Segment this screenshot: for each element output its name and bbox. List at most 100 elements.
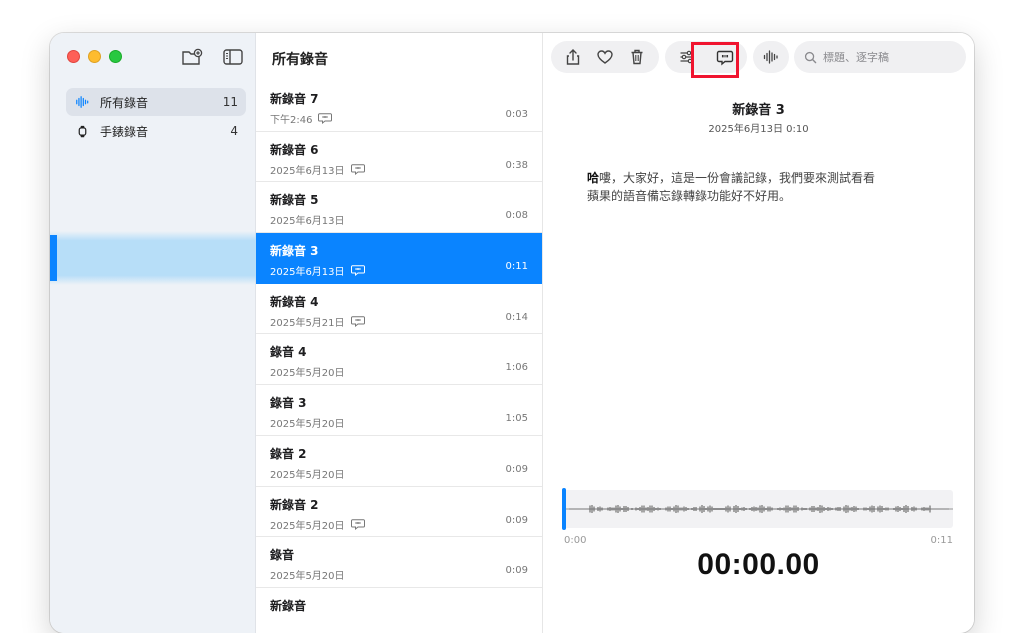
recording-name: 新錄音 6 (270, 142, 319, 157)
sidebar-item-label: 所有錄音 (100, 95, 149, 110)
list-title: 所有錄音 (272, 52, 328, 68)
recording-name: 新錄音 4 (270, 294, 319, 309)
selection-glow (50, 231, 256, 285)
share-icon (566, 49, 580, 65)
recording-meta: 2025年6月13日 (270, 212, 528, 227)
sidebar-item-watch-recordings[interactable]: 手錶錄音 4 (66, 117, 246, 145)
recording-name: 新錄音 7 (270, 92, 319, 106)
recording-date: 2025年5月20日 (270, 571, 345, 583)
recording-row[interactable]: 錄音 4 2025年5月20日 1:06 (256, 334, 542, 386)
enhance-recording-button[interactable] (755, 41, 787, 73)
edit-toolbar-group (551, 41, 659, 73)
recording-name: 新錄音 5 (270, 193, 319, 208)
recording-row[interactable]: 新錄音 2 2025年5月20日 0:09 (256, 487, 542, 538)
recording-row[interactable]: 新錄音 7 下午2:46 0:03 (256, 81, 542, 132)
search-placeholder: 標題、逐字稿 (823, 51, 889, 64)
recording-duration: 0:09 (505, 565, 528, 577)
recordings-rows: 新錄音 7 下午2:46 0:03 新錄音 6 2025年6月13日 0:38 新錄音 5 2… (256, 81, 542, 633)
recording-row[interactable]: 新錄音 5 2025年6月13日 0:08 (256, 182, 542, 234)
sidebar-item-all-recordings[interactable]: 所有錄音 11 (66, 88, 246, 116)
waveform-graphic (562, 505, 953, 513)
time-end-label: 0:11 (930, 535, 953, 546)
recording-duration: 1:05 (505, 413, 528, 425)
recording-date: 2025年5月21日 (270, 317, 345, 329)
selection-indicator (50, 235, 57, 281)
recording-duration: 0:09 (505, 514, 528, 526)
search-icon (804, 51, 817, 63)
recording-row[interactable]: 新錄音 4 2025年5月21日 0:14 (256, 284, 542, 335)
playback-timer: 00:00.00 (697, 548, 820, 581)
recording-meta: 2025年5月20日 (270, 517, 528, 532)
watch-icon (74, 123, 90, 139)
recording-meta: 2025年5月21日 (270, 314, 528, 329)
recording-name: 新錄音 2 (270, 497, 319, 512)
recording-row[interactable]: 新錄音 6 2025年6月13日 0:38 (256, 132, 542, 183)
recording-name: 錄音 (270, 548, 295, 563)
recording-meta: 2025年5月20日 (270, 415, 528, 430)
recording-duration: 1:06 (505, 362, 528, 374)
delete-button[interactable] (621, 41, 653, 73)
recording-date: 2025年5月20日 (270, 469, 345, 481)
recording-duration: 0:38 (505, 159, 528, 171)
recording-name: 錄音 2 (270, 446, 307, 461)
recording-duration: 0:09 (505, 463, 528, 475)
recording-title[interactable]: 新錄音 3 (543, 99, 974, 118)
close-window-button[interactable] (67, 50, 80, 63)
recording-meta: 2025年6月13日 (270, 263, 528, 278)
recording-meta: 2025年5月20日 (270, 567, 528, 582)
recording-date: 2025年5月20日 (270, 419, 345, 431)
time-start-label: 0:00 (564, 535, 587, 546)
transcript-icon (350, 163, 365, 175)
sidebar-item-label: 手錶錄音 (100, 124, 149, 139)
recording-duration: 0:03 (505, 109, 528, 120)
recording-date: 下午2:46 (270, 115, 313, 126)
toggle-sidebar-icon[interactable] (222, 48, 244, 66)
recording-name: 錄音 4 (270, 345, 307, 360)
recording-date: 2025年6月13日 (270, 216, 345, 228)
recording-detail: 標題、逐字稿 新錄音 3 2025年6月13日 0:10 哈嘍，大家好，這是一份… (543, 33, 974, 633)
new-folder-icon[interactable] (181, 48, 203, 66)
sidebar-item-count: 4 (230, 124, 238, 138)
recording-date: 2025年5月20日 (270, 520, 345, 532)
sidebar: 所有錄音 11 手錶錄音 4 (50, 33, 256, 633)
recording-duration: 0:08 (505, 210, 528, 222)
recording-row[interactable]: 新錄音 (256, 588, 542, 633)
recording-row[interactable]: 新錄音 3 2025年6月13日 0:11 (256, 233, 542, 284)
recording-date: 2025年5月20日 (270, 368, 345, 380)
recording-row[interactable]: 錄音 3 2025年5月20日 1:05 (256, 385, 542, 436)
zoom-window-button[interactable] (109, 50, 122, 63)
recording-name: 新錄音 (270, 598, 307, 613)
favorite-button[interactable] (589, 41, 621, 73)
recording-meta: 2025年5月20日 (270, 466, 528, 481)
transcript-current-word: 哈 (587, 171, 600, 185)
recording-row[interactable]: 錄音 2 2025年5月20日 0:09 (256, 436, 542, 487)
waveform-toolbar-group (753, 41, 789, 73)
window-controls (67, 50, 122, 63)
waveform-scrubber[interactable] (562, 490, 953, 528)
heart-icon (597, 50, 613, 64)
recording-date: 2025年6月13日 (270, 165, 345, 177)
recording-meta: 下午2:46 (270, 111, 528, 126)
recording-meta: 2025年5月20日 (270, 364, 528, 379)
share-button[interactable] (557, 41, 589, 73)
waveform-icon (763, 50, 778, 64)
annotation-highlight-box (691, 42, 739, 78)
transcript-icon (350, 518, 365, 530)
transcript-icon (350, 316, 365, 327)
transcript-text[interactable]: 哈嘍，大家好，這是一份會議記錄，我們要來測試看看蘋果的語音備忘錄轉錄功能好不好用… (587, 169, 887, 205)
minimize-window-button[interactable] (88, 50, 101, 63)
transcript-remaining: 嘍，大家好，這是一份會議記錄，我們要來測試看看蘋果的語音備忘錄轉錄功能好不好用。 (587, 171, 876, 203)
sidebar-item-count: 11 (222, 95, 238, 109)
recording-duration: 0:14 (505, 311, 528, 323)
trash-icon (631, 49, 643, 65)
voice-memos-window: 所有錄音 11 手錶錄音 4 所有錄音 新錄音 7 下午2:46 0:03 新錄音 6… (50, 33, 974, 633)
waveform-icon (74, 94, 90, 110)
search-field[interactable]: 標題、逐字稿 (794, 41, 966, 73)
transcript-icon (318, 113, 333, 125)
transcript-icon (350, 265, 365, 277)
recording-row[interactable]: 錄音 2025年5月20日 0:09 (256, 537, 542, 588)
recording-meta: 2025年6月13日 (270, 162, 528, 177)
playhead[interactable] (562, 488, 566, 530)
recording-date-duration: 2025年6月13日 0:10 (708, 124, 809, 135)
recording-duration: 0:11 (505, 261, 528, 273)
